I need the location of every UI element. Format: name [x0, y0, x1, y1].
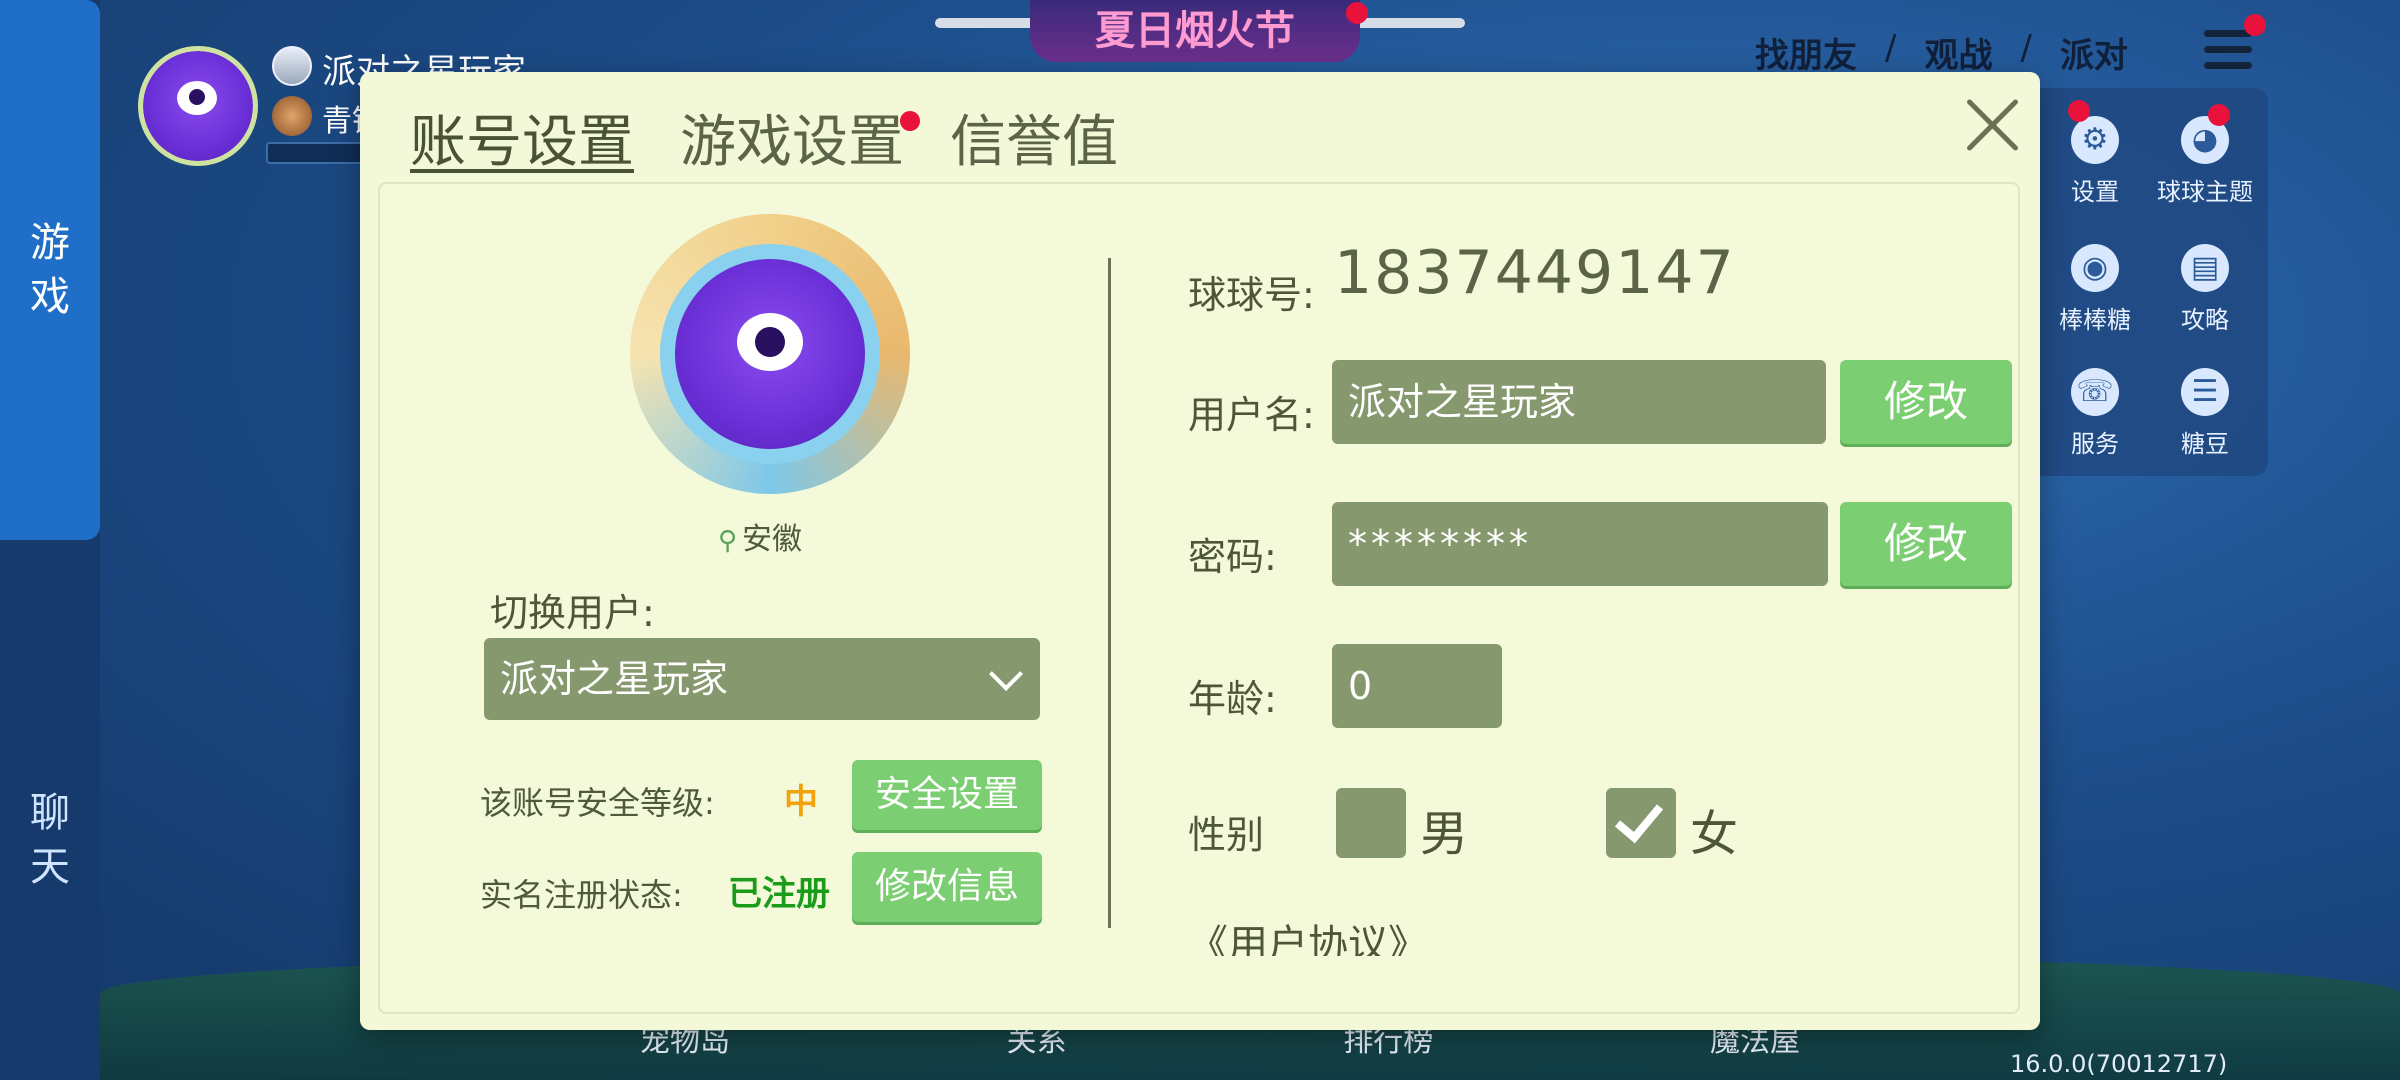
account-settings-dialog: 账号设置 游戏设置 信誉值 ⚲ 安徽 切换用户: 派对之星玩家 该账号安全等级: … — [360, 72, 2040, 1030]
dialog-tabs: 账号设置 游戏设置 信誉值 — [410, 88, 1164, 178]
nav-separator: / — [1885, 28, 1897, 68]
side-panel: ⚙ 设置 ◕ 球球主题 ◉ 棒棒糖 ▤ 攻略 ☏ 服务 ☰ 糖豆 — [2030, 88, 2268, 476]
chevron-down-icon — [989, 657, 1023, 691]
left-rail: 游 戏 聊 天 — [0, 0, 100, 1080]
dialog-body: ⚲ 安徽 切换用户: 派对之星玩家 该账号安全等级: 中 安全设置 实名注册状态:… — [378, 182, 2020, 1014]
level-medal-icon — [272, 96, 312, 136]
realname-status-value: 已注册 — [728, 874, 830, 914]
version-text: 16.0.0(70012717) — [2010, 1050, 2228, 1078]
age-label: 年龄: — [1188, 677, 1277, 721]
chat-icon: ☰ — [2181, 368, 2229, 416]
location-text: 安徽 — [742, 522, 802, 557]
profile-avatar[interactable] — [630, 214, 910, 494]
qq-number-label: 球球号: — [1188, 273, 1315, 317]
hamburger-menu-icon[interactable] — [2204, 30, 2252, 70]
qq-number-value: 1837449147 — [1334, 238, 1736, 308]
rail-tab-label: 天 — [30, 844, 70, 890]
password-label: 密码: — [1188, 535, 1277, 579]
side-item-label: 设置 — [2071, 178, 2119, 206]
side-item-label: 球球主题 — [2157, 178, 2253, 206]
event-banner[interactable]: 夏日烟火节 — [1030, 0, 1360, 62]
gender-female-checkbox[interactable] — [1606, 788, 1676, 858]
top-nav: 找朋友 / 观战 / 派对 — [1755, 28, 2156, 77]
notification-dot — [1346, 2, 1368, 24]
notification-dot — [2244, 14, 2266, 36]
username-field[interactable]: 派对之星玩家 — [1332, 360, 1826, 444]
side-item-guide[interactable]: ▤ 攻略 — [2140, 244, 2270, 335]
side-item-label: 服务 — [2071, 430, 2119, 458]
gender-male-checkbox[interactable] — [1336, 788, 1406, 858]
age-field[interactable]: 0 — [1332, 644, 1502, 728]
tab-game-settings[interactable]: 游戏设置 — [680, 97, 920, 178]
book-icon: ▤ — [2181, 244, 2229, 292]
avatar-frame — [660, 244, 880, 464]
close-button[interactable] — [1960, 92, 2024, 156]
security-settings-button[interactable]: 安全设置 — [852, 760, 1042, 830]
switch-user-select[interactable]: 派对之星玩家 — [484, 638, 1040, 720]
tab-reputation[interactable]: 信誉值 — [950, 97, 1118, 178]
rail-tab-label: 戏 — [30, 274, 70, 320]
switch-user-label: 切换用户: — [490, 591, 655, 635]
password-field[interactable]: ******** — [1332, 502, 1828, 586]
gender-female-label: 女 — [1690, 806, 1739, 862]
switch-user-value: 派对之星玩家 — [500, 657, 729, 701]
rail-tab-chat[interactable]: 聊 天 — [0, 720, 100, 960]
lollipop-icon: ◉ — [2071, 244, 2119, 292]
user-agreement-link[interactable]: 《用户协议》 — [1188, 912, 1428, 956]
checkmark-icon — [1614, 792, 1664, 844]
player-avatar[interactable] — [138, 46, 258, 166]
side-item-theme[interactable]: ◕ 球球主题 — [2140, 116, 2270, 207]
gender-label: 性别 — [1188, 813, 1265, 857]
rail-tab-label: 游 — [30, 220, 70, 266]
column-divider — [1108, 258, 1111, 928]
rail-tab-game[interactable]: 游 戏 — [0, 0, 100, 540]
side-item-label: 攻略 — [2181, 306, 2229, 334]
urchin-avatar-icon — [675, 259, 865, 449]
notification-dot — [2068, 100, 2090, 122]
rail-tab-label: 聊 — [30, 790, 70, 836]
notification-dot — [2208, 104, 2230, 126]
urchin-avatar-icon — [143, 51, 253, 161]
edit-info-button[interactable]: 修改信息 — [852, 852, 1042, 922]
side-item-label: 棒棒糖 — [2059, 306, 2131, 334]
gender-male-label: 男 — [1420, 806, 1469, 862]
username-label: 用户名: — [1188, 393, 1315, 437]
location: ⚲ 安徽 — [380, 514, 1140, 558]
security-level-label: 该账号安全等级: — [480, 784, 715, 822]
edit-password-button[interactable]: 修改 — [1840, 502, 2012, 586]
gear-icon: ⚙ — [2071, 116, 2119, 164]
location-pin-icon: ⚲ — [718, 526, 738, 556]
side-item-label: 糖豆 — [2181, 430, 2229, 458]
edit-username-button[interactable]: 修改 — [1840, 360, 2012, 444]
nav-find-friends[interactable]: 找朋友 — [1755, 28, 1857, 77]
notification-dot — [900, 111, 920, 131]
nav-spectate[interactable]: 观战 — [1924, 28, 1992, 77]
security-level-value: 中 — [784, 782, 818, 822]
rank-badge-icon — [272, 46, 312, 86]
side-item-candy[interactable]: ☰ 糖豆 — [2140, 368, 2270, 459]
nav-separator: / — [2020, 28, 2032, 68]
nav-party[interactable]: 派对 — [2060, 28, 2128, 77]
tab-account-settings[interactable]: 账号设置 — [410, 97, 634, 178]
realname-status-label: 实名注册状态: — [480, 876, 683, 914]
service-icon: ☏ — [2071, 368, 2119, 416]
tab-label: 游戏设置 — [680, 110, 904, 175]
